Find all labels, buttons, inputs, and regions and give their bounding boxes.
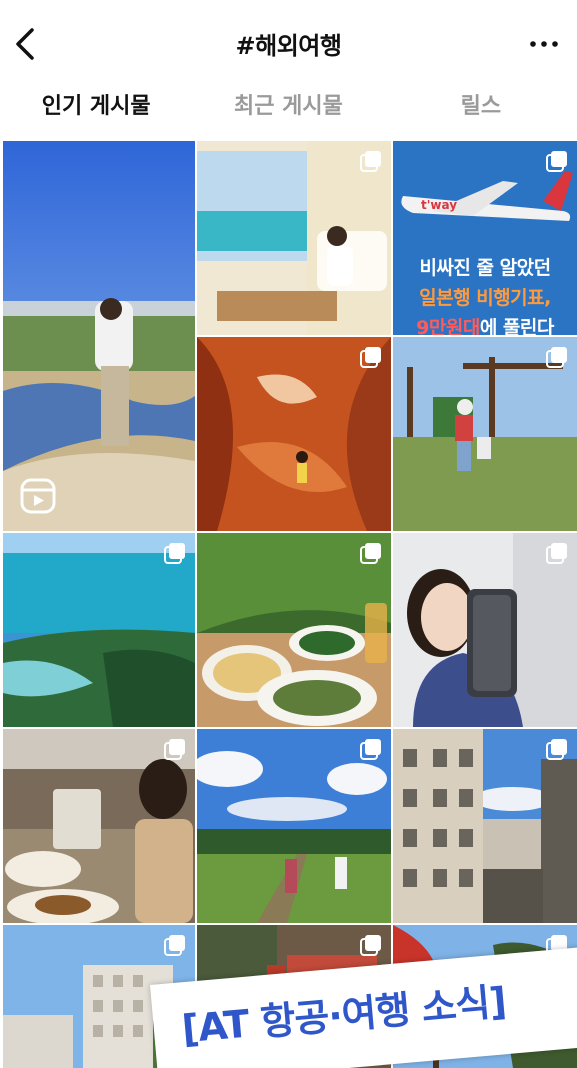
multi-photo-icon (360, 935, 381, 956)
top-bar: #해외여행 (0, 0, 577, 82)
post-thumbnail (3, 141, 195, 531)
tab-popular-posts[interactable]: 인기 게시물 (0, 82, 192, 140)
ad-copy: 비싸진 줄 알았던 일본행 비행기표, 9만원대에 풀린다 (393, 253, 577, 335)
multi-photo-icon (360, 347, 381, 368)
airline-logo: t'way (421, 198, 457, 212)
more-options-button[interactable] (529, 30, 559, 58)
multi-photo-icon (164, 543, 185, 564)
grid-post[interactable] (3, 533, 195, 727)
tab-recent-posts[interactable]: 최근 게시물 (192, 82, 384, 140)
ad-line-1: 비싸진 줄 알았던 (419, 257, 551, 279)
multi-photo-icon (546, 347, 567, 368)
grid-post[interactable] (393, 337, 577, 531)
grid-post[interactable] (197, 337, 391, 531)
grid-post[interactable] (3, 729, 195, 923)
grid-post[interactable] (3, 141, 195, 531)
multi-photo-icon (546, 739, 567, 760)
grid-post[interactable] (197, 729, 391, 923)
multi-photo-icon (546, 151, 567, 172)
grid-post-ad[interactable]: t'way 비싸진 줄 알았던 일본행 비행기표, 9만원대에 풀린다 (393, 141, 577, 335)
multi-photo-icon (360, 543, 381, 564)
ad-line-3: 9만원대에 풀린다 (416, 317, 554, 335)
grid-post[interactable] (393, 729, 577, 923)
reels-icon (20, 478, 56, 514)
more-horizontal-icon (530, 41, 558, 47)
post-grid: t'way 비싸진 줄 알았던 일본행 비행기표, 9만원대에 풀린다 (0, 141, 577, 1068)
ad-line-2: 일본행 비행기표, (419, 287, 551, 309)
multi-photo-icon (164, 935, 185, 956)
tab-bar: 인기 게시물 최근 게시물 릴스 (0, 82, 577, 140)
multi-photo-icon (360, 151, 381, 172)
tab-reels[interactable]: 릴스 (385, 82, 577, 140)
banner-text: [AT 항공·여행 소식] (180, 979, 508, 1052)
grid-post[interactable] (393, 533, 577, 727)
multi-photo-icon (164, 739, 185, 760)
page-title: #해외여행 (235, 32, 342, 60)
grid-post[interactable] (197, 533, 391, 727)
multi-photo-icon (546, 543, 567, 564)
grid-post[interactable] (197, 141, 391, 335)
multi-photo-icon (360, 739, 381, 760)
